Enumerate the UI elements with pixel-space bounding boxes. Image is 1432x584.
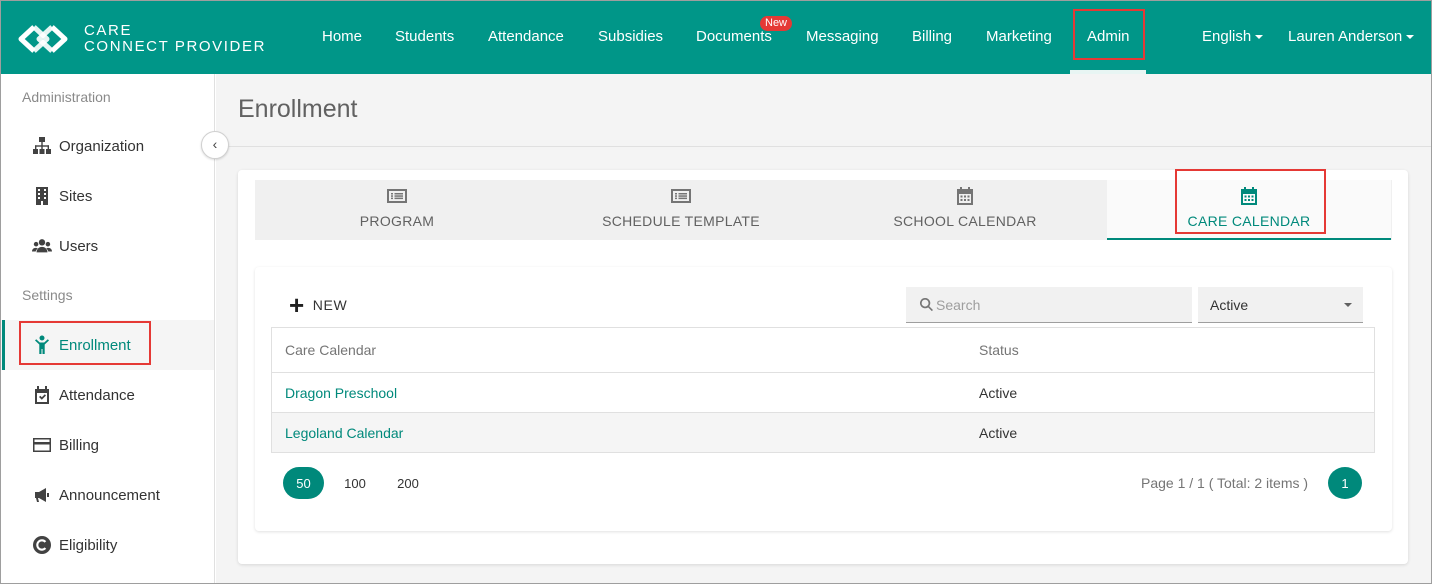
highlight-box-admin (1073, 9, 1145, 60)
caret-down-icon (1406, 35, 1415, 40)
status-filter-value: Active (1210, 296, 1249, 313)
search-input[interactable] (936, 296, 1176, 313)
sidebar-item-label: Billing (59, 436, 100, 454)
highlight-box-care-calendar (1175, 169, 1326, 234)
nav-subsidies[interactable]: Subsidies (598, 28, 663, 45)
sidebar-item-label: Announcement (59, 486, 160, 504)
chevron-left-icon: ‹ (212, 136, 218, 152)
sidebar-item-label: Sites (59, 187, 93, 205)
new-button-label: NEW (312, 297, 348, 313)
new-badge: New (760, 16, 793, 31)
status-cell: Active (979, 384, 1018, 401)
care-calendar-link[interactable]: Dragon Preschool (285, 373, 397, 412)
plus-icon: + (289, 290, 305, 320)
sidebar-item-sites[interactable]: Sites (0, 171, 214, 221)
care-calendar-panel: + NEW Active Care Calendar Status D (255, 267, 1392, 531)
language-label: English (1202, 28, 1252, 45)
table-row[interactable]: Legoland Calendar Active (272, 412, 1374, 452)
sidebar-section-settings: Settings (22, 287, 73, 303)
sidebar-item-eligibility[interactable]: Eligibility (0, 520, 214, 570)
column-header-status[interactable]: Status (979, 328, 1019, 372)
nav-messaging[interactable]: Messaging (806, 28, 879, 45)
credit-card-icon (33, 438, 51, 452)
highlight-box-enrollment (19, 321, 151, 365)
enrollment-card: PROGRAM SCHEDULE TEMPLATE SCHOOL CALENDA… (238, 169, 1408, 564)
tab-schedule-template[interactable]: SCHEDULE TEMPLATE (539, 180, 823, 240)
nav-documents[interactable]: Documents (696, 28, 772, 45)
sidebar-item-announcement[interactable]: Announcement (0, 470, 214, 520)
brand-line1: CARE (84, 22, 133, 39)
tab-school-calendar[interactable]: SCHOOL CALENDAR (823, 180, 1107, 240)
list-alt-icon (387, 189, 407, 203)
user-name: Lauren Anderson (1288, 28, 1403, 45)
care-calendar-table: Care Calendar Status Dragon Preschool Ac… (271, 327, 1375, 453)
nav-attendance[interactable]: Attendance (488, 28, 564, 45)
sidebar-item-label: Organization (59, 137, 145, 155)
sidebar-item-label: Users (59, 237, 99, 255)
caret-down-icon (1255, 35, 1264, 40)
nav-marketing[interactable]: Marketing (986, 28, 1052, 45)
sidebar-collapse-button[interactable]: ‹ (201, 131, 229, 159)
table-header-row: Care Calendar Status (272, 328, 1374, 372)
title-divider (216, 146, 1432, 147)
sidebar-item-attendance[interactable]: Attendance (0, 370, 214, 420)
tab-program[interactable]: PROGRAM (255, 180, 539, 240)
megaphone-icon (35, 488, 49, 502)
sidebar-item-organization[interactable]: Organization (0, 121, 214, 171)
column-header-care-calendar[interactable]: Care Calendar (285, 328, 376, 372)
nav-billing[interactable]: Billing (912, 28, 952, 45)
sidebar-item-users[interactable]: Users (0, 221, 214, 271)
main-content: Enrollment PROGRAM SCHEDULE TEMPLATE SCH… (216, 74, 1432, 584)
search-field[interactable] (906, 287, 1192, 323)
sidebar-section-administration: Administration (22, 89, 111, 105)
care-connect-logo-icon (18, 25, 68, 53)
search-icon (919, 297, 933, 312)
nav-home[interactable]: Home (322, 28, 362, 45)
top-navbar: CARE CONNECT PROVIDER Home Students Atte… (0, 0, 1432, 74)
language-dropdown[interactable]: English (1202, 28, 1264, 45)
user-menu[interactable]: Lauren Anderson (1288, 28, 1415, 45)
pagination-info: Page 1 / 1 ( Total: 2 items ) (1141, 475, 1309, 491)
users-icon (32, 239, 52, 253)
brand-logo[interactable]: CARE CONNECT PROVIDER (18, 22, 266, 56)
sidebar-active-indicator (2, 320, 5, 370)
page-number-button[interactable]: 1 (1328, 467, 1362, 499)
tab-label: PROGRAM (359, 213, 435, 229)
caret-down-icon (1344, 303, 1352, 307)
table-row[interactable]: Dragon Preschool Active (272, 372, 1374, 412)
page-size-option-50[interactable]: 50 (283, 467, 324, 499)
brand-line2: CONNECT PROVIDER (84, 38, 267, 55)
tab-label: SCHOOL CALENDAR (893, 213, 1037, 229)
new-button[interactable]: + NEW (289, 290, 348, 320)
brand-name: CARE CONNECT PROVIDER (84, 23, 266, 55)
sitemap-icon (33, 137, 51, 154)
sidebar-item-label: Eligibility (59, 536, 118, 554)
sidebar-item-billing[interactable]: Billing (0, 420, 214, 470)
status-filter-select[interactable]: Active (1198, 287, 1363, 323)
page-size-option-100[interactable]: 100 (335, 467, 375, 499)
care-calendar-link[interactable]: Legoland Calendar (285, 413, 403, 452)
calendar-check-icon (35, 386, 49, 404)
page-size-option-200[interactable]: 200 (388, 467, 428, 499)
calendar-icon (957, 187, 973, 205)
status-cell: Active (979, 424, 1018, 441)
tab-label: SCHEDULE TEMPLATE (602, 213, 760, 229)
copyright-icon (33, 536, 51, 554)
list-alt-icon (671, 189, 691, 203)
building-icon (36, 187, 48, 205)
page-title: Enrollment (238, 95, 358, 123)
sidebar: Administration Organization Sites Users … (0, 74, 215, 584)
sidebar-item-label: Attendance (59, 386, 135, 404)
nav-students[interactable]: Students (395, 28, 454, 45)
